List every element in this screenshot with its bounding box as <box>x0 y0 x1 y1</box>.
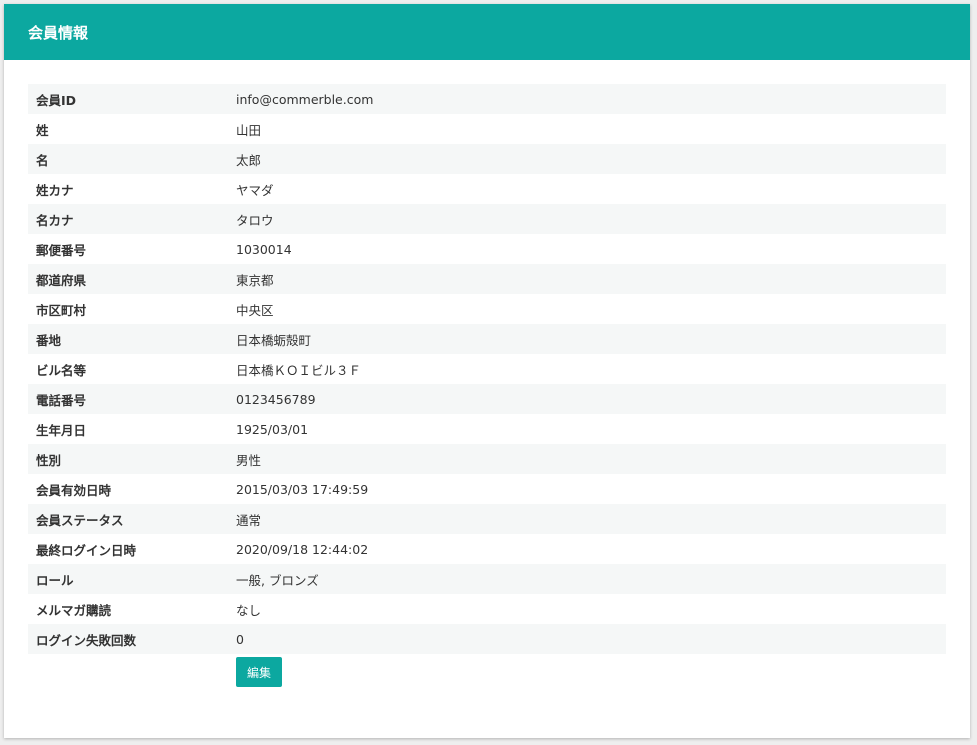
field-label: ビル名等 <box>36 362 87 378</box>
field-label: 会員有効日時 <box>36 482 112 498</box>
field-label: 姓 <box>36 122 49 138</box>
field-value: 1030014 <box>236 241 292 257</box>
field-value: 1925/03/01 <box>236 421 309 437</box>
field-label: 郵便番号 <box>36 242 87 258</box>
field-value: 日本橋蛎殻町 <box>236 324 946 354</box>
field-label: 最終ログイン日時 <box>36 542 137 558</box>
field-value: 太郎 <box>236 144 946 174</box>
field-label: 会員ID <box>28 84 236 114</box>
field-label: 電話番号 <box>28 384 236 414</box>
member-info-table: 会員ID info@commerble.com 姓山田名太郎 姓カナ ヤマダ 名カナ タロウ… <box>28 84 946 654</box>
table-row: 名太郎 <box>28 144 946 174</box>
table-row: 会員ステータス 通常 <box>28 504 946 534</box>
field-value: なし <box>236 602 262 618</box>
field-value: info@commerble.com <box>236 84 946 114</box>
table-row: 名カナ タロウ <box>28 204 946 234</box>
field-value: 0123456789 <box>236 384 946 414</box>
table-row: 姓 山田 <box>28 114 946 144</box>
field-value: 通常 <box>236 504 946 534</box>
field-label: メルマガ購読 <box>36 602 112 618</box>
field-label: 都道府県 <box>28 264 236 294</box>
table-row: 最終ログイン日時 2020/09/18 12:44:02 <box>28 534 946 564</box>
field-value: 2015/03/03 17:49:59 <box>236 481 369 497</box>
table-row: 会員ID info@commerble.com <box>28 84 946 114</box>
field-label: 市区町村 <box>36 302 87 318</box>
table-row: 会員有効日時 2015/03/03 17:49:59 <box>28 474 946 504</box>
field-value: 2020/09/18 12:44:02 <box>236 541 369 557</box>
table-row: 性別 男性 <box>28 444 946 474</box>
table-row: 電話番号 0123456789 <box>28 384 946 414</box>
table-row: 都道府県 東京都 <box>28 264 946 294</box>
field-label: 会員ステータス <box>28 504 236 534</box>
member-info-card: 会員情報 会員ID info@commerble.com 姓山田名太郎 姓カナ ヤマダ名… <box>4 4 970 738</box>
table-row: 郵便番号 1030014 <box>28 234 946 264</box>
field-value: 山田 <box>236 122 262 138</box>
table-row: ロール 一般, ブロンズ <box>28 564 946 594</box>
table-row: メルマガ購読 なし <box>28 594 946 624</box>
table-row: 番地 日本橋蛎殻町 <box>28 324 946 354</box>
edit-button[interactable]: 編集 <box>236 657 282 687</box>
field-label: 名 <box>28 144 236 174</box>
field-label: 生年月日 <box>36 422 87 438</box>
field-value: 中央区 <box>236 302 274 318</box>
field-label: 性別 <box>28 444 236 474</box>
field-value: タロウ <box>236 204 946 234</box>
table-row: 市区町村 中央区 <box>28 294 946 324</box>
field-value: 一般, ブロンズ <box>236 564 946 594</box>
field-value: 東京都 <box>236 264 946 294</box>
field-value: 男性 <box>236 444 946 474</box>
table-row: 姓カナ ヤマダ <box>28 174 946 204</box>
field-value: ヤマダ <box>236 182 274 198</box>
field-value: 0 <box>236 624 946 654</box>
card-header: 会員情報 <box>4 4 970 60</box>
table-row: 生年月日 1925/03/01 <box>28 414 946 444</box>
actions: 編集 <box>236 657 282 687</box>
field-label: 番地 <box>28 324 236 354</box>
field-label: 姓カナ <box>36 182 74 198</box>
page-title: 会員情報 <box>28 23 89 42</box>
table-row: ビル名等 日本橋ＫＯＩビル３Ｆ <box>28 354 946 384</box>
field-label: ログイン失敗回数 <box>28 624 236 654</box>
field-value: 日本橋ＫＯＩビル３Ｆ <box>236 362 362 378</box>
table-row: ログイン失敗回数 0 <box>28 624 946 654</box>
field-label: 名カナ <box>28 204 236 234</box>
field-label: ロール <box>28 564 236 594</box>
